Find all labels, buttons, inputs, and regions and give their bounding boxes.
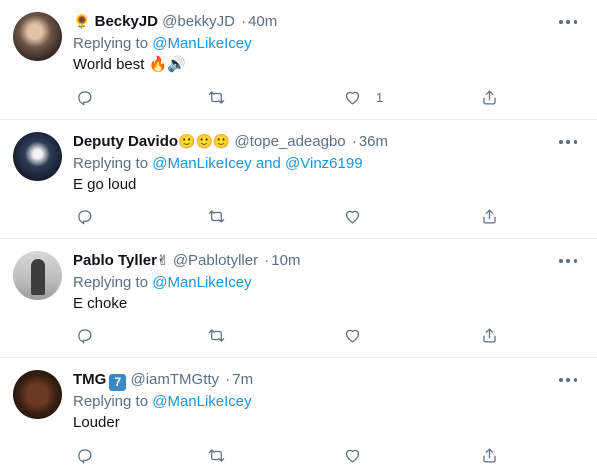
timestamp[interactable]: 10m	[271, 252, 300, 269]
keycap-badge: 7	[109, 374, 127, 391]
heart-icon	[345, 449, 360, 462]
avatar[interactable]	[13, 132, 62, 181]
retweet-button[interactable]	[207, 205, 226, 227]
share-button[interactable]	[480, 444, 499, 466]
retweet-icon	[208, 209, 225, 223]
avatar[interactable]	[13, 251, 62, 300]
separator: ·	[241, 13, 247, 30]
reply-feed: 🌻 BeckyJD @bekkyJD · 40m Replying to @Man…	[0, 0, 597, 466]
share-icon	[483, 90, 496, 104]
share-button[interactable]	[480, 86, 499, 108]
separator: ·	[225, 371, 231, 388]
reply-icon	[78, 328, 92, 343]
timestamp[interactable]: 7m	[232, 371, 253, 388]
replying-to: Replying to @ManLikeIcey	[73, 34, 252, 54]
tweet-header: Deputy Davido🙂🙂🙂 @tope_adeagbo · 36m	[73, 132, 388, 152]
like-count: 1	[376, 89, 384, 105]
mention-link[interactable]: @ManLikeIcey	[152, 155, 251, 172]
like-button[interactable]: 1	[343, 86, 383, 108]
tweet-header: Pablo Tyller✌ @Pablotyller · 10m	[73, 251, 300, 271]
like-button[interactable]	[343, 324, 362, 346]
replying-to: Replying to @ManLikeIcey	[73, 273, 252, 293]
tweet-header: 🌻 BeckyJD @bekkyJD · 40m	[73, 12, 277, 32]
share-button[interactable]	[480, 205, 499, 227]
reply-icon	[78, 90, 92, 105]
mention-joiner: and	[251, 155, 286, 172]
like-button[interactable]	[343, 205, 362, 227]
heart-icon	[345, 329, 360, 342]
name-emoji: 🌻	[73, 14, 91, 30]
more-options-icon[interactable]	[559, 133, 577, 151]
tweet[interactable]: 🌻 BeckyJD @bekkyJD · 40m Replying to @Man…	[0, 0, 597, 120]
name-emoji: 🙂🙂🙂	[178, 134, 231, 150]
like-button[interactable]	[343, 444, 362, 466]
mention-link[interactable]: @ManLikeIcey	[152, 274, 251, 291]
heart-icon	[345, 91, 360, 104]
avatar[interactable]	[13, 370, 62, 419]
retweet-icon	[208, 448, 225, 462]
display-name[interactable]: TMG	[73, 371, 106, 388]
tweet-actions	[73, 444, 503, 466]
heart-icon	[345, 210, 360, 223]
timestamp[interactable]: 40m	[248, 13, 277, 30]
tweet-header: TMG 7 @iamTMGtty · 7m	[73, 370, 253, 391]
user-handle[interactable]: @iamTMGtty	[131, 371, 220, 388]
share-icon	[483, 328, 496, 342]
tweet-text: Louder	[73, 414, 120, 431]
separator: ·	[351, 133, 357, 150]
retweet-button[interactable]	[207, 86, 226, 108]
replying-to-label: Replying to	[73, 35, 153, 52]
user-handle[interactable]: @Pablotyller	[173, 252, 258, 269]
more-options-icon[interactable]	[559, 371, 577, 389]
replying-to: Replying to @ManLikeIcey	[73, 392, 252, 412]
tweet[interactable]: Pablo Tyller✌ @Pablotyller · 10m Replying…	[0, 239, 597, 358]
tweet-text: World best 🔥🔊	[73, 56, 186, 73]
display-name[interactable]: BeckyJD	[95, 13, 158, 30]
display-name[interactable]: Deputy Davido	[73, 133, 178, 150]
retweet-button[interactable]	[207, 444, 226, 466]
more-options-icon[interactable]	[559, 13, 577, 31]
user-handle[interactable]: @tope_adeagbo	[234, 133, 345, 150]
separator: ·	[264, 252, 270, 269]
display-name[interactable]: Pablo Tyller	[73, 252, 157, 269]
reply-icon	[78, 209, 92, 224]
user-handle[interactable]: @bekkyJD	[162, 13, 235, 30]
retweet-icon	[208, 90, 225, 104]
share-button[interactable]	[480, 324, 499, 346]
tweet-text: E choke	[73, 295, 128, 312]
share-icon	[483, 448, 496, 462]
reply-button[interactable]	[75, 444, 94, 466]
tweet-text: E go loud	[73, 176, 137, 193]
name-emoji: ✌	[156, 253, 169, 269]
retweet-icon	[208, 328, 225, 342]
tweet[interactable]: TMG 7 @iamTMGtty · 7m Replying to @ManLike…	[0, 358, 597, 466]
tweet[interactable]: Deputy Davido🙂🙂🙂 @tope_adeagbo · 36m Repl…	[0, 120, 597, 239]
tweet-actions	[73, 205, 503, 227]
replying-to-label: Replying to	[73, 155, 153, 172]
reply-button[interactable]	[75, 205, 94, 227]
tweet-actions	[73, 324, 503, 346]
avatar[interactable]	[13, 12, 62, 61]
mention-link[interactable]: @Vinz6199	[285, 155, 363, 172]
reply-icon	[78, 448, 92, 463]
replying-to-label: Replying to	[73, 393, 153, 410]
reply-button[interactable]	[75, 86, 94, 108]
mention-link[interactable]: @ManLikeIcey	[152, 35, 251, 52]
timestamp[interactable]: 36m	[359, 133, 388, 150]
retweet-button[interactable]	[207, 324, 226, 346]
tweet-actions: 1	[73, 86, 503, 108]
share-icon	[483, 209, 496, 223]
mention-link[interactable]: @ManLikeIcey	[152, 393, 251, 410]
replying-to-label: Replying to	[73, 274, 153, 291]
more-options-icon[interactable]	[559, 252, 577, 270]
reply-button[interactable]	[75, 324, 94, 346]
replying-to: Replying to @ManLikeIcey and @Vinz6199	[73, 154, 363, 174]
